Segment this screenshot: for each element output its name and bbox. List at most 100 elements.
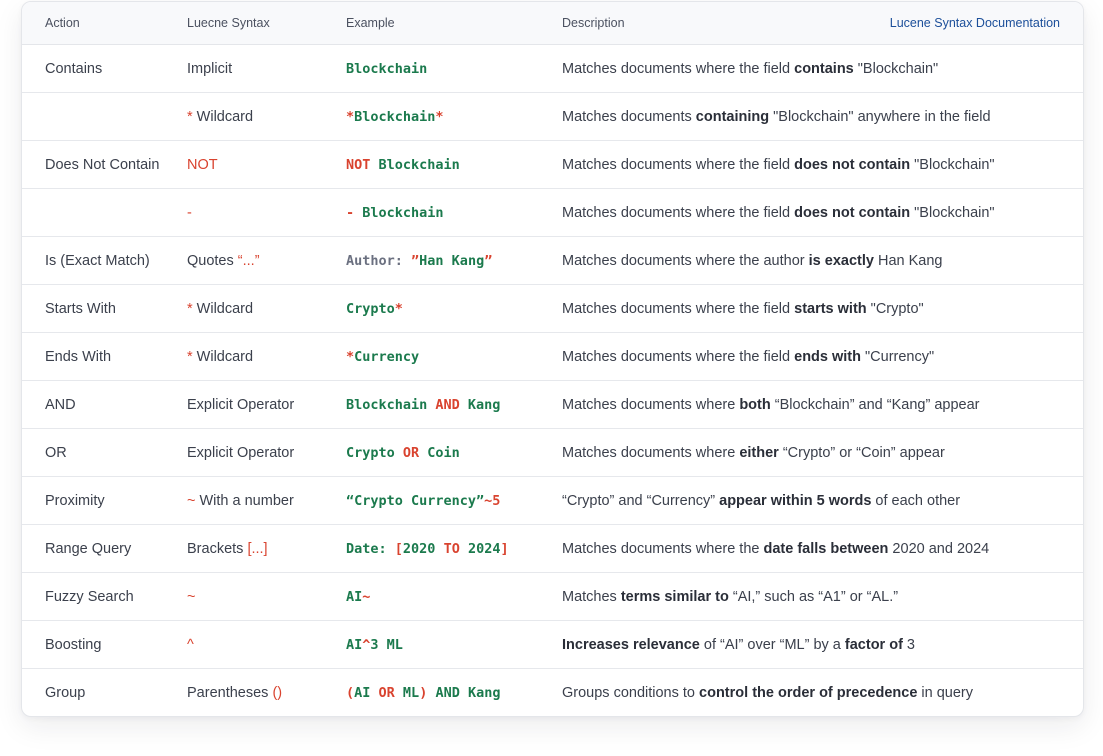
example-cell: Crypto OR Coin: [346, 445, 562, 461]
description-cell: “Crypto” and “Currency” appear within 5 …: [562, 493, 1083, 509]
example-cell: Blockchain: [346, 61, 562, 77]
syntax-token: ~: [187, 492, 200, 509]
example-token: “Crypto Currency”: [346, 492, 485, 509]
syntax-token: [...]: [247, 540, 268, 557]
syntax-token: Implicit: [187, 60, 233, 77]
example-token: AND Kang: [427, 684, 501, 701]
syntax-cell: Brackets [...]: [187, 541, 346, 557]
example-cell: Date: [2020 TO 2024]: [346, 541, 562, 557]
action-cell: Starts With: [45, 300, 116, 317]
syntax-cell: * Wildcard: [187, 301, 346, 317]
table-row: Group Parentheses () (AI OR ML) AND Kang Gr…: [22, 669, 1083, 716]
table-row: -- Blockchain Matches documents where the…: [22, 189, 1083, 237]
example-cell: “Crypto Currency”~5: [346, 493, 562, 509]
description-cell: Matches documents where the field does n…: [562, 205, 1083, 221]
syntax-cell: -: [187, 205, 346, 221]
description-text: Matches documents where the field: [562, 60, 795, 77]
example-cell: (AI OR ML) AND Kang: [346, 685, 562, 701]
header-example: Example: [346, 16, 395, 30]
action-cell: Does Not Contain: [45, 156, 160, 173]
action-cell: Range Query: [45, 540, 132, 557]
example-token: AND: [435, 396, 460, 413]
description-text: starts with: [794, 300, 867, 317]
syntax-token: With a number: [199, 492, 294, 509]
description-text: date falls between: [763, 540, 889, 557]
table-row: OR Explicit Operator Crypto OR Coin Matches…: [22, 429, 1083, 477]
syntax-cell: Quotes “...”: [187, 253, 346, 269]
description-cell: Matches documents where the field does n…: [562, 157, 1083, 173]
example-token: Currency: [354, 348, 420, 365]
example-token: 3 ML: [370, 636, 403, 653]
action-cell: Fuzzy Search: [45, 588, 134, 605]
description-text: is exactly: [808, 252, 874, 269]
example-token: OR: [402, 444, 420, 461]
example-token: ”: [411, 252, 420, 269]
example-token: ML: [394, 684, 420, 701]
example-token: *: [346, 348, 355, 365]
syntax-token: (): [272, 684, 283, 701]
description-cell: Matches terms similar to “AI,” such as “…: [562, 589, 1083, 605]
description-text: Matches documents: [562, 108, 696, 125]
example-token: ]: [500, 540, 509, 557]
table-body: Contains Implicit Blockchain Matches docume…: [22, 45, 1083, 716]
description-text: Matches: [562, 588, 621, 605]
table-row: Proximity ~ With a number “Crypto Currency…: [22, 477, 1083, 525]
description-text: does not contain: [794, 204, 911, 221]
documentation-link[interactable]: Lucene Syntax Documentation: [890, 16, 1060, 30]
table-row: Ends With * Wildcard *Currency Matches docu…: [22, 333, 1083, 381]
table-row: Starts With * Wildcard Crypto * Matches docu…: [22, 285, 1083, 333]
header-description: Description: [562, 16, 625, 30]
description-text: 3: [902, 636, 915, 653]
example-token: -: [346, 204, 363, 221]
description-cell: Matches documents where either “Crypto” …: [562, 445, 1083, 461]
description-text: control the order of precedence: [699, 684, 918, 701]
syntax-cell: * Wildcard: [187, 349, 346, 365]
description-text: “Crypto” and “Currency”: [562, 492, 720, 509]
example-token: [: [394, 540, 403, 557]
description-text: "Blockchain" anywhere in the field: [769, 108, 991, 125]
syntax-token: *: [187, 300, 197, 317]
example-token: AI: [354, 684, 379, 701]
syntax-token: Wildcard: [196, 348, 254, 365]
example-token: OR: [378, 684, 395, 701]
table-row: Contains Implicit Blockchain Matches docume…: [22, 45, 1083, 93]
example-token: Blockchain: [346, 396, 436, 413]
syntax-token: Parentheses: [187, 684, 273, 701]
description-cell: Matches documents where the field ends w…: [562, 349, 1083, 365]
table-row: Boosting ^ AI^3 ML Increases relevance of “…: [22, 621, 1083, 669]
example-token: Crypto: [346, 300, 395, 317]
description-cell: Matches documents containing "Blockchain…: [562, 109, 1083, 125]
action-cell: Proximity: [45, 492, 105, 509]
table-row: Is (Exact Match) Quotes “...” Author: ”Han…: [22, 237, 1083, 285]
description-text: of “AI” over “ML” by a: [699, 636, 845, 653]
description-cell: Matches documents where the field starts…: [562, 301, 1083, 317]
description-text: Matches documents where the field: [562, 204, 795, 221]
syntax-token: Quotes: [187, 252, 238, 269]
example-token: AI: [346, 636, 363, 653]
description-text: "Crypto": [866, 300, 924, 317]
syntax-token: Explicit Operator: [187, 396, 295, 413]
example-cell: AI~: [346, 589, 562, 605]
description-text: in query: [917, 684, 974, 701]
syntax-cell: Explicit Operator: [187, 397, 346, 413]
table-row: Range Query Brackets [...] Date: [2020 TO …: [22, 525, 1083, 573]
example-token: Kang: [459, 396, 501, 413]
description-text: "Blockchain": [910, 204, 995, 221]
example-token: Author:: [346, 252, 412, 269]
table-row: Does Not Contain NOT NOT Blockchain Matches…: [22, 141, 1083, 189]
example-token: Han Kang: [419, 252, 485, 269]
syntax-token: Brackets: [187, 540, 248, 557]
description-text: Matches documents where the field: [562, 348, 795, 365]
example-token: 2024: [459, 540, 501, 557]
example-token: Blockchain: [378, 156, 460, 173]
syntax-token: Explicit Operator: [187, 444, 295, 461]
action-cell: Is (Exact Match): [45, 252, 150, 269]
example-token: *: [346, 108, 355, 125]
action-cell: Ends With: [45, 348, 112, 365]
description-cell: Matches documents where both “Blockchain…: [562, 397, 1083, 413]
syntax-cell: * Wildcard: [187, 109, 346, 125]
syntax-token: -: [187, 204, 192, 221]
example-cell: Blockchain AND Kang: [346, 397, 562, 413]
syntax-token: ^: [187, 636, 194, 653]
description-text: contains: [794, 60, 854, 77]
